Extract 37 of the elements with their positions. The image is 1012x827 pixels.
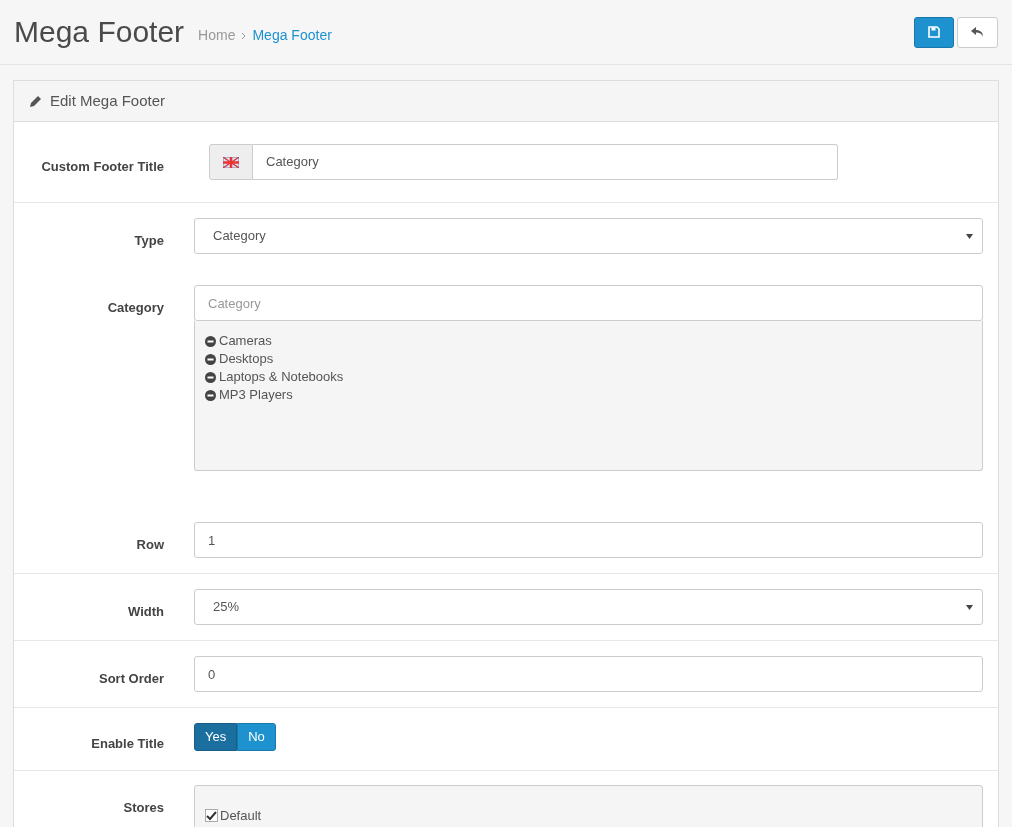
field-label: Sort Order [99, 671, 164, 686]
checkbox-label: Default [220, 807, 262, 825]
chevron-icon [241, 31, 247, 40]
text-input[interactable]: 0 [194, 656, 983, 692]
field-label: Width [128, 604, 164, 619]
category-item: MP3 Players [219, 386, 293, 405]
panel-title: Edit Mega Footer [50, 90, 166, 111]
caret-icon [966, 604, 973, 610]
flag-icon [223, 156, 239, 168]
select-field[interactable]: 25% [194, 589, 983, 625]
pencil-icon [29, 94, 42, 108]
remove-icon[interactable] [205, 335, 216, 347]
back-button[interactable] [957, 16, 998, 48]
field-label: Stores [123, 800, 164, 815]
category-item: Laptops & Notebooks [219, 368, 344, 387]
save-button[interactable] [914, 16, 954, 48]
field-label: Custom Footer Title [41, 159, 164, 174]
remove-icon[interactable] [205, 371, 216, 383]
save-icon [928, 26, 940, 38]
page-title: Mega Footer [14, 17, 185, 47]
caret-icon [966, 233, 973, 239]
toggle-option[interactable]: Yes [194, 723, 238, 751]
category-input[interactable]: Category [194, 285, 983, 321]
checkbox[interactable] [205, 809, 218, 823]
remove-icon[interactable] [205, 389, 216, 401]
field-label: Type [134, 233, 164, 248]
text-input[interactable]: 1 [194, 522, 983, 558]
field-label: Enable Title [91, 736, 164, 751]
reply-arrow-icon [971, 26, 984, 38]
title-input[interactable]: Category [253, 144, 838, 180]
category-item: Desktops [219, 350, 274, 369]
remove-icon[interactable] [205, 353, 216, 365]
field-label: Row [136, 537, 164, 552]
toggle-option[interactable]: No [237, 723, 276, 751]
category-item: Cameras [219, 332, 272, 351]
select-field[interactable]: Category [194, 218, 983, 254]
field-label: Category [107, 300, 164, 315]
